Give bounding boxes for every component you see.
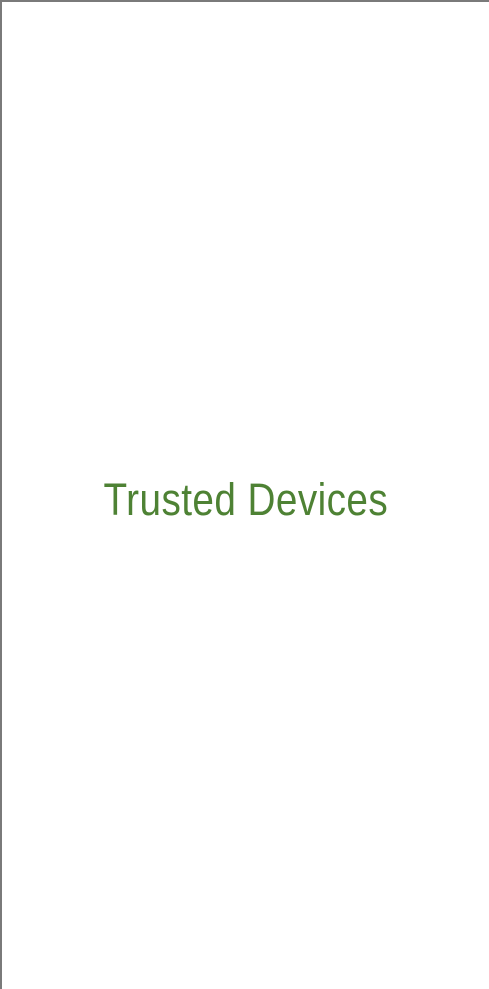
page-title: Trusted Devices	[103, 474, 389, 525]
screen-frame: Trusted Devices	[0, 0, 489, 989]
